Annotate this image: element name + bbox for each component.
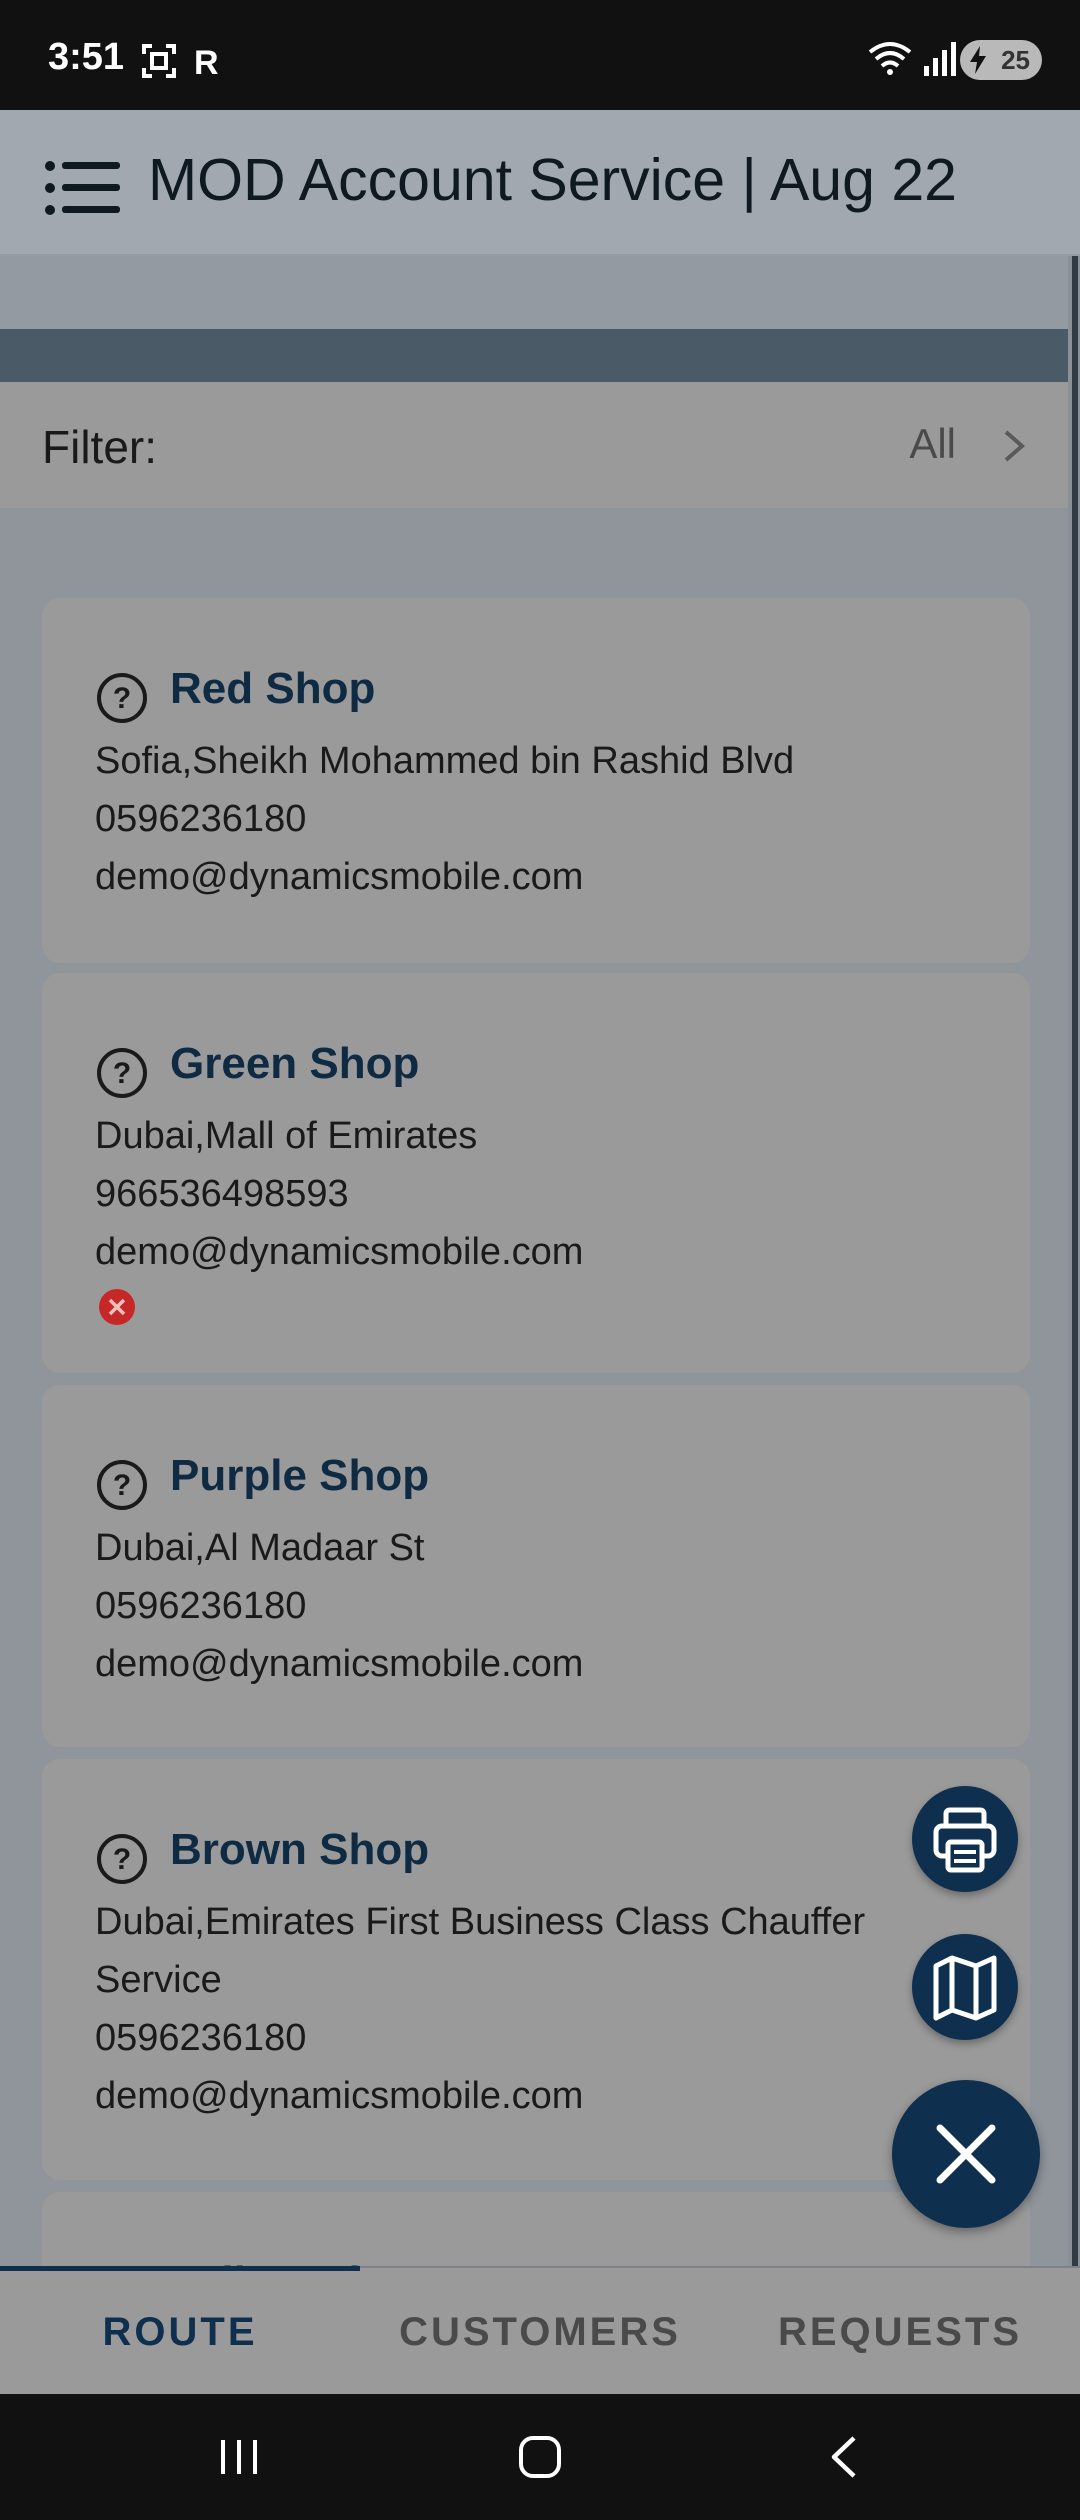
customer-card[interactable]: ? Green Shop Dubai,Mall of Emirates 9665…: [42, 973, 1030, 1373]
customer-phone: 0596236180: [95, 1585, 307, 1627]
back-icon[interactable]: [820, 2432, 870, 2482]
help-circle-icon: ?: [97, 1460, 147, 1510]
customer-name: Brown Shop: [170, 1825, 430, 1874]
customer-address: Dubai,Mall of Emirates: [95, 1115, 478, 1157]
customer-email: demo@dynamicsmobile.com: [95, 1643, 584, 1685]
app-bar: MOD Account Service | Aug 22: [0, 110, 1080, 256]
page-title: MOD Account Service | Aug 22: [148, 147, 957, 213]
charging-icon: [970, 46, 986, 74]
status-bar: 3:51 R 25: [0, 0, 1080, 110]
customer-list: ? Red Shop Sofia,Sheikh Mohammed bin Ras…: [0, 508, 1068, 2266]
customer-address: Dubai,Al Madaar St: [95, 1527, 425, 1569]
svg-text:R: R: [194, 44, 219, 78]
map-button[interactable]: [912, 1934, 1018, 2040]
close-icon: [936, 2124, 996, 2184]
battery-level: 25: [1001, 45, 1030, 75]
customer-card[interactable]: ? Purple Shop Dubai,Al Madaar St 0596236…: [42, 1385, 1030, 1747]
tab-customers[interactable]: CUSTOMERS: [360, 2268, 720, 2396]
r-icon: R: [194, 44, 219, 78]
status-time: 3:51: [48, 36, 125, 78]
scrollbar-thumb[interactable]: [1072, 256, 1078, 2266]
system-nav-bar: [0, 2394, 1080, 2520]
customer-phone: 0596236180: [95, 798, 307, 840]
error-circle-icon: [99, 1289, 135, 1325]
chevron-right-icon: [1004, 430, 1026, 462]
customer-address-line2: Service: [95, 1959, 222, 2001]
map-icon: [933, 1955, 997, 2021]
customer-card[interactable]: ? Red Shop Sofia,Sheikh Mohammed bin Ras…: [42, 598, 1030, 963]
filter-label: Filter:: [42, 421, 157, 473]
battery-indicator: 25: [960, 40, 1042, 80]
customer-card[interactable]: ? Yellow Shop: [42, 2192, 1030, 2266]
customer-phone: 966536498593: [95, 1173, 349, 1215]
wifi-icon: [868, 42, 912, 75]
svg-text:?: ?: [113, 682, 131, 715]
customer-address: Sofia,Sheikh Mohammed bin Rashid Blvd: [95, 740, 795, 782]
help-circle-icon: ?: [97, 1048, 147, 1098]
print-button[interactable]: [912, 1786, 1018, 1892]
active-tab-indicator: [0, 2266, 360, 2271]
customer-card[interactable]: ? Brown Shop Dubai,Emirates First Busine…: [42, 1759, 1030, 2180]
customer-name: Purple Shop: [170, 1451, 430, 1500]
hamburger-menu-icon[interactable]: [44, 160, 124, 216]
svg-text:?: ?: [113, 1469, 131, 1502]
recent-apps-icon[interactable]: [214, 2432, 264, 2482]
customer-name: Green Shop: [170, 1039, 420, 1088]
header-spacer: [0, 256, 1068, 329]
tab-route[interactable]: ROUTE: [0, 2268, 360, 2396]
customer-phone: 0596236180: [95, 2017, 307, 2059]
tab-requests[interactable]: REQUESTS: [720, 2268, 1080, 2396]
svg-text:?: ?: [113, 1057, 131, 1090]
filter-row[interactable]: Filter: All: [0, 382, 1068, 508]
signal-icon: [924, 42, 956, 76]
customer-email: demo@dynamicsmobile.com: [95, 1231, 584, 1273]
help-circle-icon: ?: [97, 673, 147, 723]
customer-email: demo@dynamicsmobile.com: [95, 856, 584, 898]
help-circle-icon: ?: [97, 1834, 147, 1884]
section-divider: [0, 329, 1068, 382]
screenshot-icon: [142, 44, 176, 78]
filter-value: All: [909, 420, 956, 467]
customer-email: demo@dynamicsmobile.com: [95, 2075, 584, 2117]
customer-name: Yellow Shop: [170, 2258, 429, 2266]
close-fab-button[interactable]: [892, 2080, 1040, 2228]
print-icon: [933, 1807, 997, 1873]
home-icon[interactable]: [515, 2432, 565, 2482]
bottom-tab-bar: ROUTE CUSTOMERS REQUESTS: [0, 2266, 1080, 2394]
customer-address-line1: Dubai,Emirates First Business Class Chau…: [95, 1901, 866, 1943]
svg-text:?: ?: [113, 1843, 131, 1876]
customer-name: Red Shop: [170, 664, 376, 713]
